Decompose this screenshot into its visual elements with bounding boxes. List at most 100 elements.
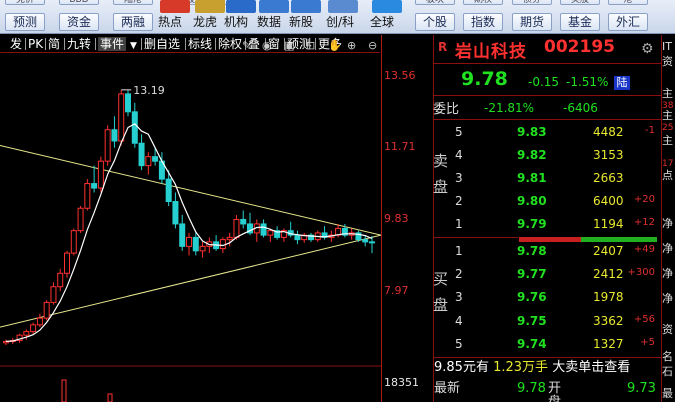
sell-row[interactable]: 5 9.83 4482 -1 [433, 122, 661, 144]
chart-tab-5[interactable]: 删自选 [144, 37, 180, 51]
toolbar-cut-button-1[interactable]: BBD [59, 0, 99, 5]
toolbar-button-3[interactable]: 个股 [415, 13, 455, 31]
side-strip-label: 主 [662, 109, 673, 122]
buy-delta: +300 [627, 267, 655, 278]
save-icon[interactable]: ▣ [284, 40, 294, 52]
buy-row[interactable]: 2 9.77 2412 +300 [433, 264, 661, 286]
toolbar-button-0[interactable]: 预测 [5, 13, 45, 31]
toolbar-cut-button-15[interactable]: 英股 [560, 0, 600, 5]
star-market-icon[interactable] [328, 0, 358, 13]
toolbar-button-4[interactable]: 指数 [463, 13, 503, 31]
gear-icon[interactable]: ⚙ [641, 41, 654, 57]
candle-body [43, 301, 50, 319]
main-toolbar: 竞价BBD陆港多股HRT板块期权债券英股港预测资金两融个股指数期货基金外汇热点龙… [0, 0, 675, 34]
chart-tab-3[interactable]: 九转 [67, 37, 91, 51]
toolbar-cut-button-0[interactable]: 竞价 [5, 0, 45, 5]
buy-row[interactable]: 5 9.74 1327 +5 [433, 334, 661, 356]
candle-body [57, 272, 64, 288]
toolbar-label-2[interactable]: 机构 [224, 15, 248, 29]
buy-delta: +5 [640, 337, 655, 348]
pe-data-icon[interactable] [259, 0, 289, 13]
globe-icon[interactable] [372, 0, 402, 13]
side-strip-label: 净 [662, 217, 673, 230]
toolbar-button-2[interactable]: 两融 [113, 13, 153, 31]
stock-terminal-window: 竞价BBD陆港多股HRT板块期权债券英股港预测资金两融个股指数期货基金外汇热点龙… [0, 0, 675, 402]
sell-row[interactable]: 4 9.82 3153 [433, 145, 661, 167]
buy-price: 9.77 [517, 267, 547, 281]
toolbar-label-3[interactable]: 数据 [257, 15, 281, 29]
chevron-down-icon[interactable]: ▼ [130, 39, 137, 53]
kline-chart[interactable]: 13.19 [0, 54, 381, 402]
volume-bar [61, 379, 67, 402]
toolbar-label-5[interactable]: 创/科 [326, 15, 354, 29]
tab-separator [64, 38, 65, 50]
chart-tab-1[interactable]: PK [28, 37, 43, 51]
latest-label: 最新 [434, 381, 461, 396]
chart-tab-2[interactable]: 简 [48, 37, 60, 51]
institution-icon[interactable] [226, 0, 256, 13]
chart-tab-6[interactable]: 标线 [188, 37, 212, 51]
quote-stats-row: 最新 9.78 开盘 9.73 [434, 381, 656, 402]
candle-body [97, 160, 104, 189]
toolbar-cut-button-12[interactable]: 板块 [415, 0, 455, 5]
side-strip-label: 25 [662, 123, 674, 133]
hot-icon[interactable] [160, 0, 190, 13]
sell-vol: 3153 [593, 148, 624, 162]
toolbar-button-1[interactable]: 资金 [59, 13, 99, 31]
toolbar-cut-button-2[interactable]: 陆港 [113, 0, 153, 5]
price-axis-line [381, 35, 382, 402]
buy-price: 9.74 [517, 337, 547, 351]
chart-tab-7[interactable]: 除权 [218, 37, 242, 51]
sell-level: 1 [455, 217, 463, 231]
sell-row[interactable]: 3 9.81 2663 [433, 168, 661, 190]
candle-body [118, 93, 125, 142]
exchange-tag: 陆 [614, 76, 630, 90]
sell-level: 4 [455, 148, 463, 162]
toolbar-cut-button-13[interactable]: 期权 [463, 0, 503, 5]
zoom-out-icon[interactable]: ⊖ [368, 40, 377, 52]
price-change-percent: -1.51% [566, 75, 609, 89]
chart-tab-0[interactable]: 发 [10, 37, 22, 51]
candle-body [84, 183, 91, 209]
toolbar-label-6[interactable]: 全球 [370, 15, 394, 29]
buy-row[interactable]: 4 9.75 3362 +56 [433, 311, 661, 333]
toolbar-cut-button-16[interactable]: 港 [608, 0, 648, 5]
dragon-tiger-icon[interactable] [195, 0, 225, 13]
candle-body [199, 245, 206, 252]
sell-vol: 2663 [593, 171, 624, 185]
buy-delta: +49 [633, 244, 655, 255]
sell-row[interactable]: 2 9.80 6400 +20 [433, 191, 661, 213]
sell-row[interactable]: 1 9.79 1194 +12 [433, 214, 661, 236]
toolbar-cut-button-14[interactable]: 债券 [512, 0, 552, 5]
candle-body [192, 236, 199, 252]
chart-tab-4[interactable]: 事件 [98, 37, 127, 51]
ipo-icon[interactable] [291, 0, 321, 13]
big-sell-link[interactable]: 大卖单击查看 [552, 360, 630, 375]
zoom-in-icon[interactable]: ⊕ [347, 40, 356, 52]
toolbar-label-1[interactable]: 龙虎 [193, 15, 217, 29]
toolbar-button-5[interactable]: 期货 [512, 13, 552, 31]
buy-row[interactable]: 1 9.78 2407 +49 [433, 241, 661, 263]
side-strip-label: 净 [662, 292, 673, 305]
tab-separator [45, 38, 46, 50]
toolbar-label-4[interactable]: 新股 [289, 15, 313, 29]
sell-price: 9.81 [517, 171, 547, 185]
side-strip-label: 点 [662, 169, 673, 182]
toolbar-label-0[interactable]: 热点 [158, 15, 182, 29]
buy-level: 5 [455, 337, 463, 351]
buy-delta: +56 [633, 314, 655, 325]
candle-body [152, 156, 159, 162]
candle-body [179, 223, 186, 247]
hand-icon[interactable]: ✋ [328, 40, 342, 52]
summary-line[interactable]: 9.85元有 1.23万手 大卖单击查看 [434, 361, 630, 375]
eye-icon[interactable]: ◉ [262, 40, 272, 52]
candle-body [104, 129, 111, 162]
toolbar-button-7[interactable]: 外汇 [608, 13, 648, 31]
market-badge: R [438, 40, 448, 54]
draw-tool-icon[interactable]: ✎ [242, 40, 251, 52]
lock-icon[interactable]: ⊡ [306, 40, 315, 52]
buy-vol: 3362 [593, 314, 624, 328]
buy-row[interactable]: 3 9.76 1978 [433, 287, 661, 309]
toolbar-button-6[interactable]: 基金 [560, 13, 600, 31]
open-value: 9.73 [627, 381, 656, 396]
